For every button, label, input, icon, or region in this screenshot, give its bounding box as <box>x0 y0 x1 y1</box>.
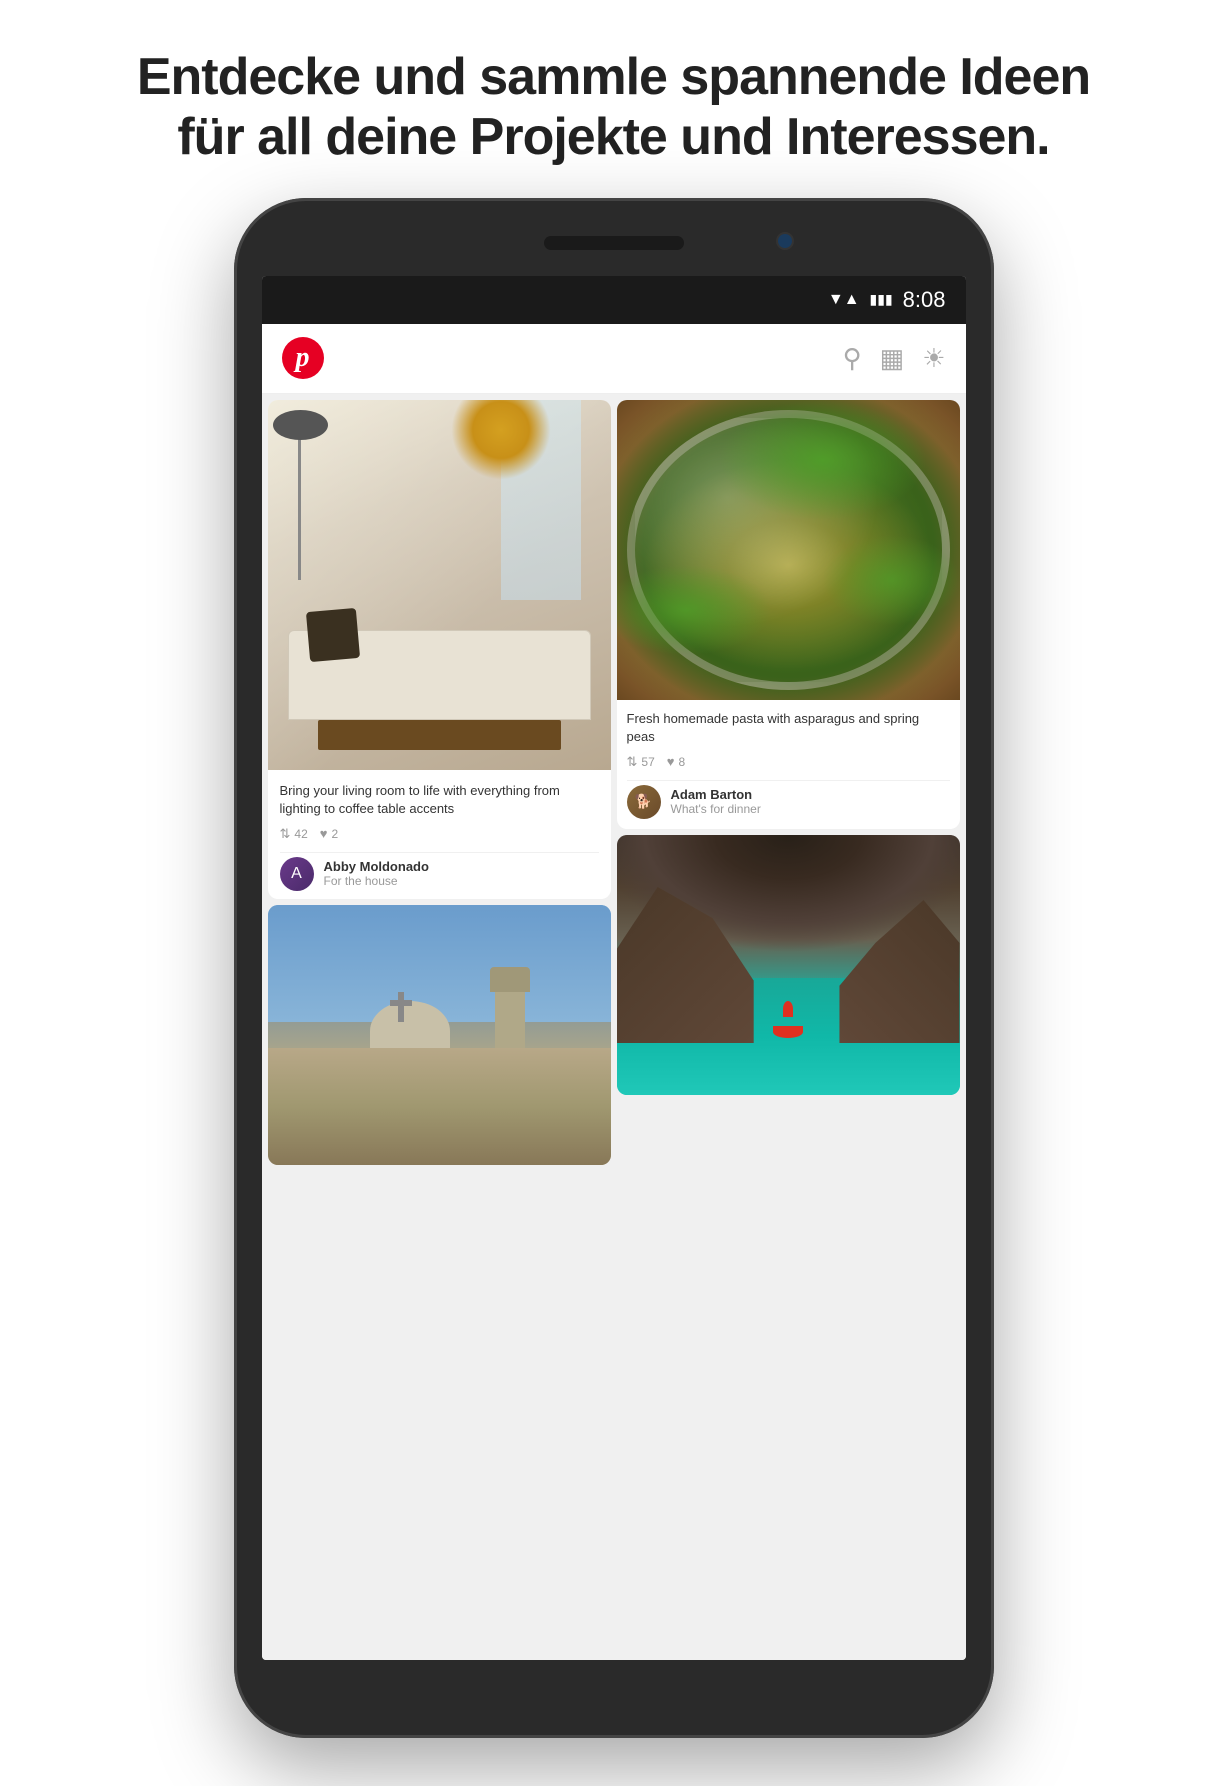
pin-card-pasta[interactable]: Fresh homemade pasta with asparagus and … <box>617 400 960 829</box>
search-icon[interactable]: ⚲ <box>843 343 862 374</box>
pasta-repins: ⇅ 57 <box>627 754 655 770</box>
profile-icon[interactable]: ☀ <box>922 343 945 374</box>
app-header: p ⚲ ▦ ☀ <box>262 324 966 394</box>
living-room-user: A Abby Moldonado For the house <box>280 852 599 891</box>
header-icons: ⚲ ▦ ☀ <box>843 343 946 374</box>
pin-card-venice[interactable] <box>268 905 611 1165</box>
pasta-stats: ⇅ 57 ♥ 8 <box>627 754 950 770</box>
pasta-likes: ♥ 8 <box>667 754 685 769</box>
abby-board: For the house <box>324 874 429 888</box>
clock: 8:08 <box>903 287 946 313</box>
adam-name: Adam Barton <box>671 787 761 802</box>
phone-camera <box>776 232 794 250</box>
adam-info: Adam Barton What's for dinner <box>671 787 761 816</box>
pasta-title: Fresh homemade pasta with asparagus and … <box>627 710 950 746</box>
living-room-title: Bring your living room to life with ever… <box>280 782 599 818</box>
messages-icon[interactable]: ▦ <box>880 343 905 374</box>
status-bar: ▼▲ ▮▮▮ 8:08 <box>262 276 966 324</box>
feed-left-column: Bring your living room to life with ever… <box>268 400 611 1654</box>
living-room-repins: ⇅ 42 <box>280 826 308 842</box>
pasta-user: 🐕 Adam Barton What's for dinner <box>627 780 950 819</box>
phone-screen: ▼▲ ▮▮▮ 8:08 p ⚲ ▦ ☀ <box>262 276 966 1660</box>
feed: Bring your living room to life with ever… <box>262 394 966 1660</box>
adam-board: What's for dinner <box>671 802 761 816</box>
pin-card-kayak[interactable] <box>617 835 960 1095</box>
pasta-image <box>617 400 960 700</box>
like-icon: ♥ <box>320 826 328 841</box>
living-room-pin-info: Bring your living room to life with ever… <box>268 770 611 899</box>
living-room-stats: ⇅ 42 ♥ 2 <box>280 826 599 842</box>
venice-image <box>268 905 611 1165</box>
battery-icon: ▮▮▮ <box>870 291 893 308</box>
like-icon: ♥ <box>667 754 675 769</box>
pinterest-logo[interactable]: p <box>282 337 324 379</box>
living-room-likes: ♥ 2 <box>320 826 338 841</box>
wifi-icon: ▼▲ <box>828 291 860 309</box>
phone-speaker <box>544 236 684 250</box>
abby-avatar: A <box>280 857 314 891</box>
pasta-pin-info: Fresh homemade pasta with asparagus and … <box>617 700 960 829</box>
phone-mockup: ▼▲ ▮▮▮ 8:08 p ⚲ ▦ ☀ <box>234 198 994 1738</box>
pin-card-living-room[interactable]: Bring your living room to life with ever… <box>268 400 611 899</box>
phone-body: ▼▲ ▮▮▮ 8:08 p ⚲ ▦ ☀ <box>234 198 994 1738</box>
repin-icon: ⇅ <box>627 754 638 770</box>
repin-icon: ⇅ <box>280 826 291 842</box>
kayak-image <box>617 835 960 1095</box>
abby-info: Abby Moldonado For the house <box>324 859 429 888</box>
feed-right-column: Fresh homemade pasta with asparagus and … <box>617 400 960 1654</box>
living-room-image <box>268 400 611 770</box>
adam-avatar: 🐕 <box>627 785 661 819</box>
main-headline: Entdecke und sammle spannende Ideen für … <box>57 0 1170 198</box>
abby-name: Abby Moldonado <box>324 859 429 874</box>
